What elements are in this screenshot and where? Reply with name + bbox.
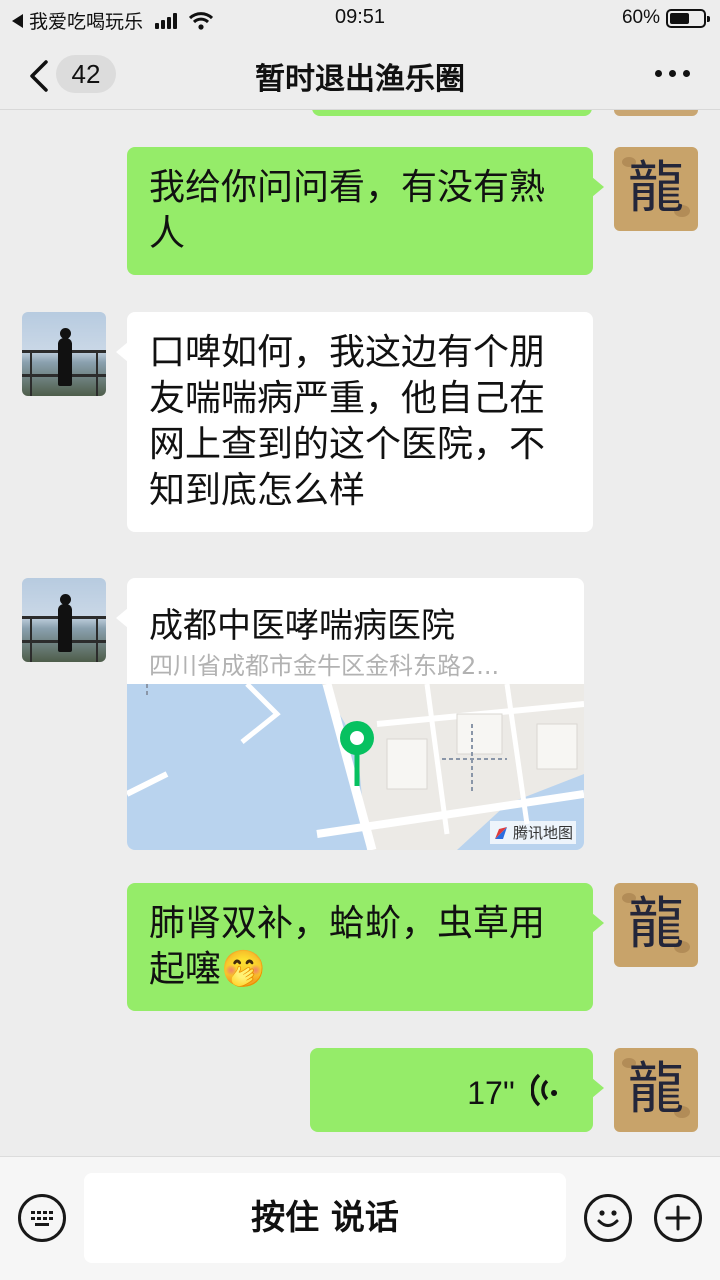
my-avatar[interactable]: 龍 bbox=[614, 147, 698, 231]
voice-wave-icon bbox=[531, 1073, 558, 1107]
message-bubble[interactable]: 口啤如何，我这边有个朋友喘喘病严重，他自己在网上查到的这个医院，不知到底怎么样 bbox=[116, 312, 593, 532]
my-avatar[interactable]: 龍 bbox=[614, 1048, 698, 1132]
location-address: 四川省成都市金牛区金科东路2... bbox=[149, 652, 500, 680]
contact-avatar[interactable] bbox=[22, 578, 106, 662]
map-provider-logo: 腾讯地图 bbox=[489, 821, 576, 844]
smirk-emoji-icon: 🤭 bbox=[221, 949, 266, 990]
input-bar: 按住 说话 bbox=[0, 1156, 720, 1280]
message-bubble[interactable]: 我给你问问看，有没有熟人 bbox=[127, 147, 604, 275]
contact-avatar[interactable] bbox=[22, 312, 106, 396]
keyboard-icon[interactable] bbox=[18, 1194, 66, 1242]
more-icon[interactable] bbox=[655, 70, 690, 77]
message-bubble[interactable]: 肺肾双补，蛤蚧，虫草用起噻🤭 bbox=[127, 883, 604, 1011]
plus-icon[interactable] bbox=[654, 1194, 702, 1242]
message-text: 口啤如何，我这边有个朋友喘喘病严重，他自己在网上查到的这个医院，不知到底怎么样 bbox=[149, 332, 546, 511]
voice-message-bubble[interactable]: 17'' bbox=[310, 1048, 604, 1132]
chat-header: 42 暂时退出渔乐圈 bbox=[0, 40, 720, 110]
tencent-map-icon bbox=[494, 826, 507, 839]
status-bar: 我爱吃喝玩乐 09:51 60% bbox=[0, 0, 720, 40]
battery-percent: 60% bbox=[621, 7, 660, 28]
hold-to-talk-button[interactable]: 按住 说话 bbox=[84, 1173, 566, 1263]
voice-duration: 17'' bbox=[467, 1075, 515, 1111]
my-avatar[interactable]: 龍 bbox=[614, 883, 698, 967]
location-card[interactable]: 成都中医哮喘病医院 四川省成都市金牛区金科东路2... 腾讯地图 bbox=[127, 578, 584, 850]
message-text: 我给你问问看，有没有熟人 bbox=[149, 167, 546, 254]
location-name: 成都中医哮喘病医院 bbox=[149, 606, 455, 646]
message-text: 肺肾双补，蛤蚧，虫草用起噻 bbox=[149, 903, 546, 990]
clock: 09:51 bbox=[334, 6, 386, 28]
emoji-icon[interactable] bbox=[584, 1194, 632, 1242]
chat-title: 暂时退出渔乐圈 bbox=[255, 62, 465, 97]
battery-icon bbox=[666, 8, 710, 28]
battery: 60% bbox=[621, 7, 710, 29]
